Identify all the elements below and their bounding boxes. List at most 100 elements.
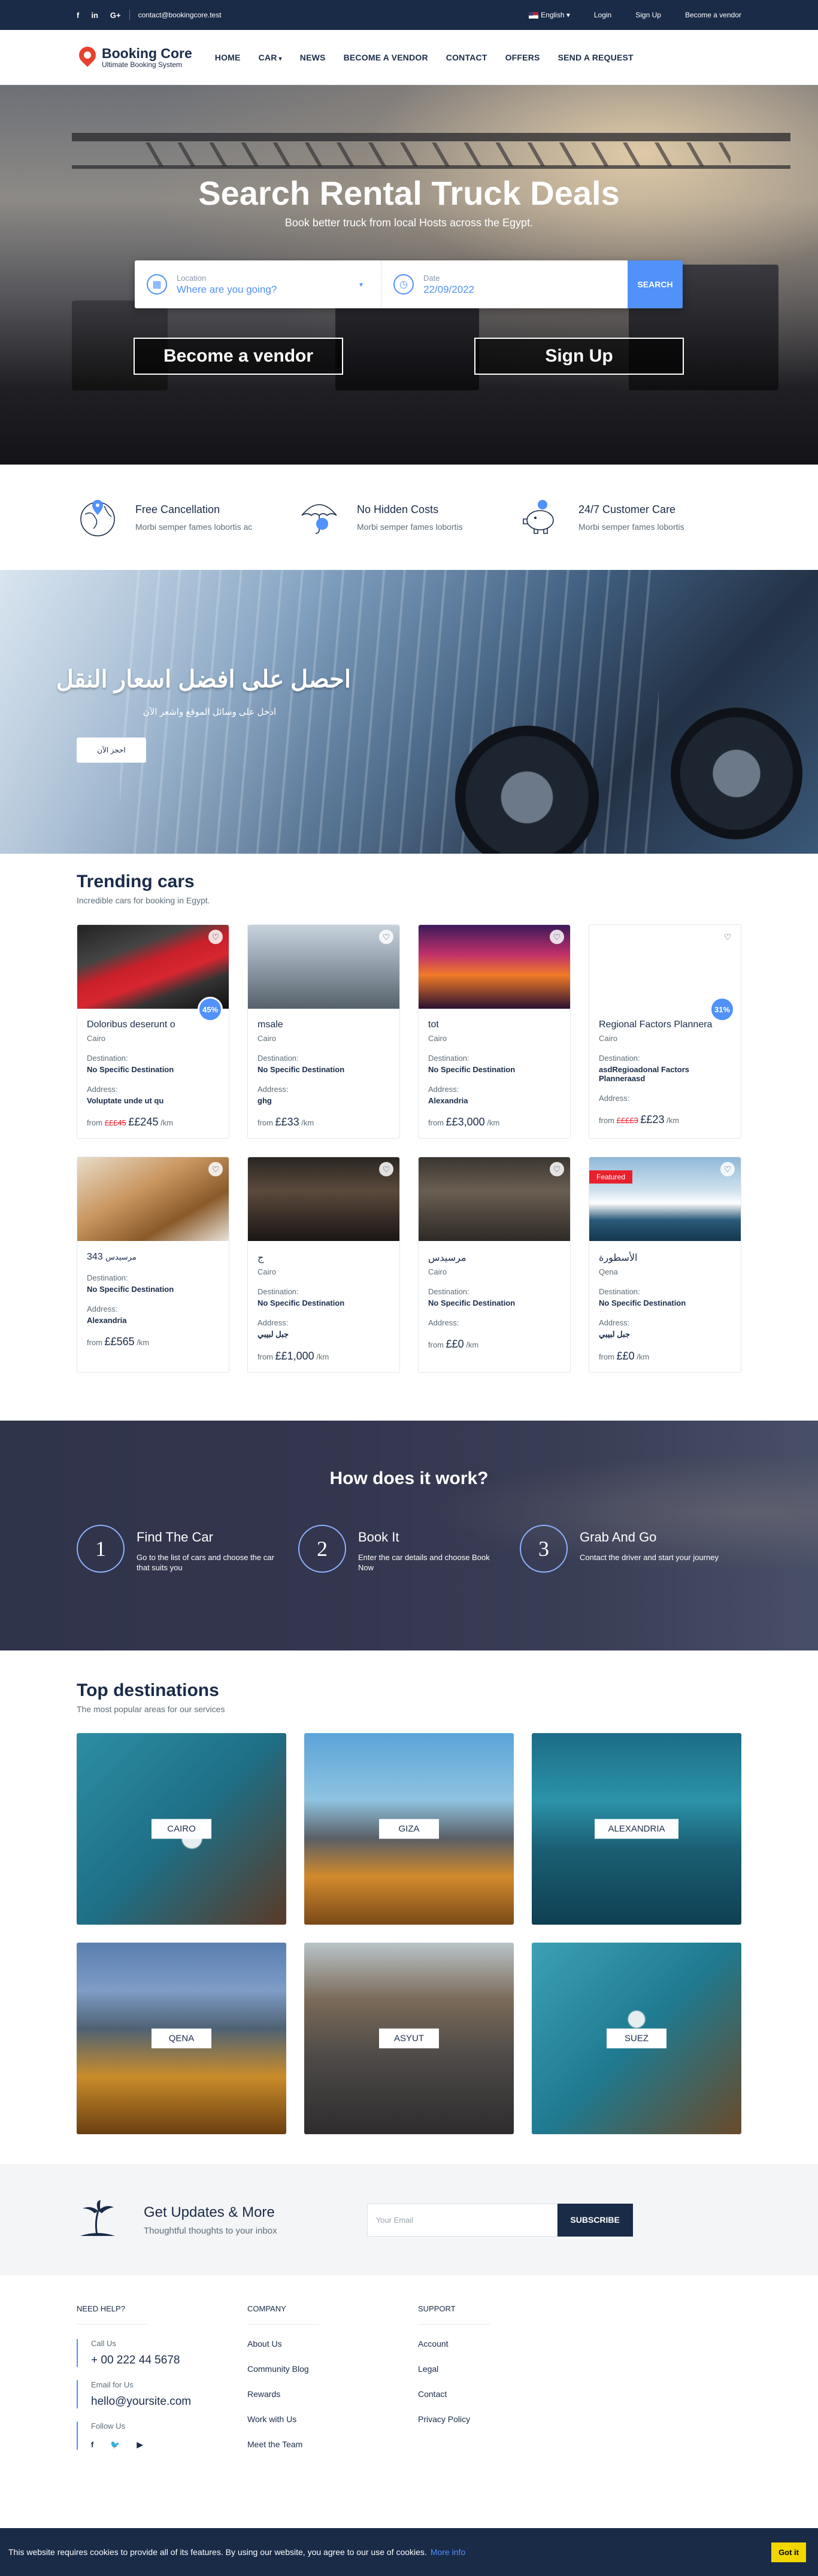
car-card[interactable]: ♡ 343 مرسيدس Destination: No Specific Desti… (77, 1157, 229, 1373)
car-image[interactable]: ♡ (77, 925, 229, 1009)
clock-icon: ◷ (393, 274, 414, 295)
nav-news[interactable]: NEWS (300, 53, 326, 62)
footer-link[interactable]: About Us (247, 2339, 418, 2349)
date-field[interactable]: ◷ Date 22/09/2022 (381, 260, 628, 308)
footer-link[interactable]: Rewards (247, 2389, 418, 2399)
car-title[interactable]: ج (257, 1252, 390, 1264)
car-card[interactable]: ♡ 31% Regional Factors Plannera Cairo Destin… (589, 924, 741, 1139)
car-image[interactable]: ♡ (77, 1157, 229, 1241)
car-image[interactable]: ♡ (589, 925, 741, 1009)
subscribe-button[interactable]: SUBSCRIBE (557, 2203, 633, 2237)
login-link[interactable]: Login (594, 11, 611, 19)
footer-link[interactable]: Work with Us (247, 2414, 418, 2424)
promo-banner: احصل على افضل اسعار النقل ادخل على وسائل… (0, 570, 818, 854)
car-card[interactable]: ♡ 45% Doloribus deserunt o Cairo Destination… (77, 924, 229, 1139)
destination-card[interactable]: GIZA (304, 1733, 514, 1925)
destination-card[interactable]: CAIRO (77, 1733, 286, 1925)
become-vendor-button[interactable]: Become a vendor (134, 338, 343, 375)
car-card[interactable]: Featured ♡ الأسطورة Qena Destination: No Spec… (589, 1157, 741, 1373)
twitter-icon[interactable]: 🐦 (110, 2440, 120, 2450)
car-card[interactable]: ♡ tot Cairo Destination: No Specific Destina… (418, 924, 571, 1139)
car-card[interactable]: ♡ مرسيدس Cairo Destination: No Specific Dest… (418, 1157, 571, 1373)
nav-home[interactable]: HOME (215, 53, 241, 62)
heart-icon[interactable]: ♡ (720, 930, 735, 944)
heart-icon[interactable]: ♡ (208, 930, 223, 944)
footer-link[interactable]: Contact (418, 2389, 589, 2399)
nav-send-request[interactable]: SEND A REQUEST (558, 53, 634, 62)
car-image[interactable]: ♡ (419, 925, 570, 1009)
location-input[interactable]: Where are you going? (177, 284, 277, 296)
google-plus-icon[interactable]: G+ (110, 11, 121, 20)
got-it-button[interactable]: Got it (771, 2542, 806, 2562)
car-card[interactable]: ♡ ج Cairo Destination: No Specific Destinati… (247, 1157, 400, 1373)
heart-icon[interactable]: ♡ (379, 1162, 393, 1176)
footer-link[interactable]: Privacy Policy (418, 2414, 589, 2424)
cookie-banner: This website requires cookies to provide… (0, 2528, 818, 2576)
heart-icon[interactable]: ♡ (208, 1162, 223, 1176)
car-title[interactable]: الأسطورة (599, 1252, 731, 1264)
car-name: ج (257, 1253, 264, 1263)
become-vendor-link[interactable]: Become a vendor (685, 11, 741, 19)
section-subtitle: Incredible cars for booking in Egypt. (77, 896, 210, 905)
footer-link[interactable]: Legal (418, 2364, 589, 2374)
destination-card[interactable]: QENA (77, 1943, 286, 2134)
hero-bridge-truss (132, 142, 731, 166)
feature-title: 24/7 Customer Care (578, 503, 676, 515)
car-image[interactable]: ♡ (419, 1157, 570, 1241)
sign-up-button[interactable]: Sign Up (474, 338, 684, 375)
car-title[interactable]: Regional Factors Plannera (599, 1020, 731, 1030)
promo-book-button[interactable]: احجز الآن (77, 738, 146, 763)
location-field[interactable]: ▦ Location Where are you going? ▼ (135, 260, 381, 308)
car-image[interactable]: ♡ (248, 925, 399, 1009)
footer-link[interactable]: Account (418, 2339, 589, 2349)
language-selector[interactable]: English ▾ (529, 11, 570, 19)
footer-link[interactable]: Community Blog (247, 2364, 418, 2374)
email-input[interactable]: Your Email (366, 2203, 558, 2237)
search-button[interactable]: SEARCH (628, 260, 683, 308)
car-image[interactable]: Featured ♡ (589, 1157, 741, 1241)
facebook-icon[interactable]: f (91, 2440, 93, 2450)
car-title[interactable]: مرسيدس (428, 1252, 561, 1264)
hero-subtitle: Book better truck from local Hosts acros… (284, 217, 534, 229)
destination-card[interactable]: ASYUT (304, 1943, 514, 2134)
linkedin-icon[interactable]: in (91, 11, 98, 20)
car-grid: ♡ 45% Doloribus deserunt o Cairo Destination… (77, 924, 741, 1373)
heart-icon[interactable]: ♡ (379, 930, 393, 944)
price-unit: /km (666, 1116, 680, 1125)
nav-car[interactable]: CAR ▾ (259, 53, 282, 62)
more-info-link[interactable]: More info (431, 2547, 465, 2557)
location-label: Location (177, 273, 207, 283)
footer-heading: NEED HELP? (77, 2304, 125, 2313)
section-subtitle: The most popular areas for our services (77, 1704, 225, 1714)
signup-link[interactable]: Sign Up (635, 11, 661, 19)
car-image[interactable]: ♡ (248, 1157, 399, 1241)
destination-card[interactable]: SUEZ (532, 1943, 741, 2134)
contact-email-link[interactable]: contact@bookingcore.test (138, 11, 222, 19)
address-label: Address: (87, 1085, 118, 1094)
date-input[interactable]: 22/09/2022 (423, 284, 474, 296)
heart-icon[interactable]: ♡ (550, 930, 564, 944)
address-label: Address: (257, 1318, 289, 1327)
cookie-text: This website requires cookies to provide… (8, 2547, 427, 2557)
phone-number[interactable]: + 00 222 44 5678 (91, 2354, 247, 2367)
youtube-icon[interactable]: ▶ (137, 2440, 143, 2450)
facebook-icon[interactable]: f (77, 11, 79, 20)
divider (247, 2324, 319, 2325)
heart-icon[interactable]: ♡ (550, 1162, 564, 1176)
address-label: Address: (428, 1085, 459, 1094)
footer: NEED HELP? Call Us + 00 222 44 5678 Emai… (0, 2275, 818, 2528)
car-card[interactable]: ♡ msale Cairo Destination: No Specific Desti… (247, 924, 400, 1139)
heart-icon[interactable]: ♡ (720, 1162, 735, 1176)
car-title[interactable]: msale (257, 1020, 390, 1030)
site-logo[interactable]: Booking Core Ultimate Booking System (75, 43, 192, 69)
destination-card[interactable]: ALEXANDRIA (532, 1733, 741, 1925)
nav-offers[interactable]: OFFERS (505, 53, 540, 62)
footer-link[interactable]: Meet the Team (247, 2440, 418, 2449)
car-title[interactable]: Doloribus deserunt o (87, 1020, 219, 1030)
step-desc: Contact the driver and start your journe… (580, 1553, 719, 1562)
nav-contact[interactable]: CONTACT (446, 53, 487, 62)
nav-become-vendor[interactable]: BECOME A VENDOR (344, 53, 428, 62)
email-link[interactable]: hello@yoursite.com (91, 2395, 247, 2408)
car-title[interactable]: 343 مرسيدس (87, 1252, 219, 1263)
car-title[interactable]: tot (428, 1020, 561, 1030)
